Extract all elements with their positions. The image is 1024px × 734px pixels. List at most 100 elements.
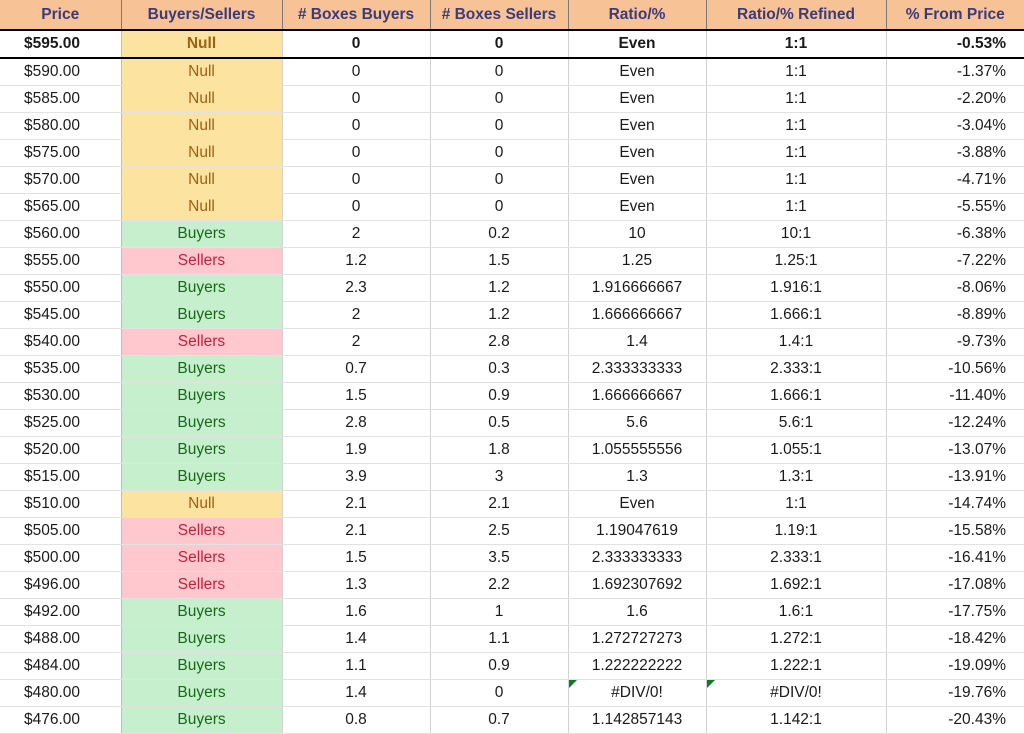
cell-ratio-refined[interactable]: 10:1 (706, 220, 887, 248)
cell-price[interactable]: $510.00 (0, 490, 122, 518)
cell-price[interactable]: $480.00 (0, 679, 122, 707)
cell-boxes-sellers[interactable]: 0 (430, 112, 569, 140)
cell-boxes-buyers[interactable]: 0 (282, 85, 431, 113)
cell-ratio[interactable]: 1.692307692 (568, 571, 707, 599)
cell-price[interactable]: $570.00 (0, 166, 122, 194)
cell-ratio-refined[interactable]: 1:1 (706, 139, 887, 167)
cell-ratio-refined[interactable]: 1.19:1 (706, 517, 887, 545)
cell-boxes-sellers[interactable]: 0 (430, 139, 569, 167)
cell-ratio-refined[interactable]: 1:1 (706, 29, 887, 59)
cell-percent-from-price[interactable]: -19.09% (886, 652, 1024, 680)
cell-ratio[interactable]: 1.25 (568, 247, 707, 275)
cell-boxes-buyers[interactable]: 2 (282, 301, 431, 329)
cell-boxes-buyers[interactable]: 1.6 (282, 598, 431, 626)
cell-percent-from-price[interactable]: -4.71% (886, 166, 1024, 194)
cell-price[interactable]: $565.00 (0, 193, 122, 221)
cell-boxes-buyers[interactable]: 2.3 (282, 274, 431, 302)
cell-ratio[interactable]: Even (568, 139, 707, 167)
cell-buyers-sellers[interactable]: Sellers (121, 247, 283, 275)
cell-percent-from-price[interactable]: -2.20% (886, 85, 1024, 113)
cell-buyers-sellers[interactable]: Null (121, 29, 283, 59)
cell-ratio-refined[interactable]: 1.6:1 (706, 598, 887, 626)
table-row[interactable]: $565.00 Null 0 0 Even 1:1 -5.55% (0, 193, 1024, 221)
cell-buyers-sellers[interactable]: Null (121, 139, 283, 167)
cell-boxes-sellers[interactable]: 1.2 (430, 274, 569, 302)
cell-boxes-sellers[interactable]: 0.7 (430, 706, 569, 734)
cell-boxes-buyers[interactable]: 1.4 (282, 679, 431, 707)
cell-price[interactable]: $520.00 (0, 436, 122, 464)
cell-boxes-sellers[interactable]: 1.1 (430, 625, 569, 653)
cell-price[interactable]: $560.00 (0, 220, 122, 248)
cell-boxes-buyers[interactable]: 0.7 (282, 355, 431, 383)
cell-ratio[interactable]: Even (568, 112, 707, 140)
table-row[interactable]: $476.00 Buyers 0.8 0.7 1.142857143 1.142:1 -20… (0, 706, 1024, 734)
column-header-ratio[interactable]: Ratio/% (568, 0, 707, 31)
cell-buyers-sellers[interactable]: Buyers (121, 625, 283, 653)
cell-buyers-sellers[interactable]: Null (121, 166, 283, 194)
cell-ratio[interactable]: Even (568, 490, 707, 518)
cell-percent-from-price[interactable]: -16.41% (886, 544, 1024, 572)
cell-boxes-sellers[interactable]: 1.2 (430, 301, 569, 329)
cell-ratio-refined[interactable]: 1:1 (706, 112, 887, 140)
cell-ratio-refined[interactable]: 1.055:1 (706, 436, 887, 464)
cell-buyers-sellers[interactable]: Null (121, 490, 283, 518)
cell-percent-from-price[interactable]: -13.91% (886, 463, 1024, 491)
cell-ratio-refined[interactable]: 1:1 (706, 166, 887, 194)
cell-ratio[interactable]: 1.19047619 (568, 517, 707, 545)
cell-percent-from-price[interactable]: -18.42% (886, 625, 1024, 653)
cell-percent-from-price[interactable]: -0.53% (886, 29, 1024, 59)
column-header-ratio-refined[interactable]: Ratio/% Refined (706, 0, 887, 31)
cell-buyers-sellers[interactable]: Null (121, 193, 283, 221)
cell-ratio[interactable]: 1.4 (568, 328, 707, 356)
cell-ratio-refined[interactable]: 1:1 (706, 193, 887, 221)
cell-price[interactable]: $476.00 (0, 706, 122, 734)
cell-boxes-sellers[interactable]: 2.2 (430, 571, 569, 599)
table-row[interactable]: $580.00 Null 0 0 Even 1:1 -3.04% (0, 112, 1024, 140)
table-row[interactable]: $505.00 Sellers 2.1 2.5 1.19047619 1.19:1 -15.… (0, 517, 1024, 545)
cell-percent-from-price[interactable]: -8.06% (886, 274, 1024, 302)
cell-ratio[interactable]: 1.222222222 (568, 652, 707, 680)
cell-boxes-buyers[interactable]: 2 (282, 328, 431, 356)
cell-boxes-buyers[interactable]: 2.1 (282, 490, 431, 518)
table-row[interactable]: $488.00 Buyers 1.4 1.1 1.272727273 1.272:1 -18… (0, 625, 1024, 653)
cell-price[interactable]: $585.00 (0, 85, 122, 113)
cell-price[interactable]: $488.00 (0, 625, 122, 653)
cell-ratio[interactable]: 2.333333333 (568, 355, 707, 383)
cell-boxes-sellers[interactable]: 0 (430, 85, 569, 113)
cell-ratio-refined[interactable]: 5.6:1 (706, 409, 887, 437)
cell-buyers-sellers[interactable]: Buyers (121, 355, 283, 383)
cell-ratio-refined[interactable]: 1:1 (706, 85, 887, 113)
cell-boxes-sellers[interactable]: 0 (430, 29, 569, 59)
cell-buyers-sellers[interactable]: Null (121, 112, 283, 140)
cell-ratio-refined[interactable]: 1.692:1 (706, 571, 887, 599)
cell-boxes-buyers[interactable]: 1.5 (282, 544, 431, 572)
cell-ratio[interactable]: 1.3 (568, 463, 707, 491)
cell-ratio[interactable]: 2.333333333 (568, 544, 707, 572)
cell-percent-from-price[interactable]: -3.88% (886, 139, 1024, 167)
cell-boxes-sellers[interactable]: 0.5 (430, 409, 569, 437)
cell-ratio[interactable]: 1.916666667 (568, 274, 707, 302)
cell-boxes-buyers[interactable]: 0 (282, 193, 431, 221)
cell-boxes-buyers[interactable]: 0 (282, 166, 431, 194)
cell-boxes-sellers[interactable]: 0.2 (430, 220, 569, 248)
table-row[interactable]: $500.00 Sellers 1.5 3.5 2.333333333 2.333:1 -1… (0, 544, 1024, 572)
cell-boxes-buyers[interactable]: 3.9 (282, 463, 431, 491)
cell-boxes-sellers[interactable]: 2.8 (430, 328, 569, 356)
cell-boxes-sellers[interactable]: 2.5 (430, 517, 569, 545)
cell-ratio[interactable]: Even (568, 166, 707, 194)
cell-ratio[interactable]: 1.666666667 (568, 301, 707, 329)
cell-buyers-sellers[interactable]: Buyers (121, 409, 283, 437)
cell-buyers-sellers[interactable]: Buyers (121, 463, 283, 491)
cell-price[interactable]: $555.00 (0, 247, 122, 275)
cell-percent-from-price[interactable]: -3.04% (886, 112, 1024, 140)
column-header-percent-from-price[interactable]: % From Price (886, 0, 1024, 31)
table-row[interactable]: $535.00 Buyers 0.7 0.3 2.333333333 2.333:1 -10… (0, 355, 1024, 383)
cell-ratio[interactable]: 1.6 (568, 598, 707, 626)
cell-boxes-sellers[interactable]: 0.9 (430, 652, 569, 680)
cell-price[interactable]: $484.00 (0, 652, 122, 680)
cell-buyers-sellers[interactable]: Buyers (121, 706, 283, 734)
table-row[interactable]: $560.00 Buyers 2 0.2 10 10:1 -6.38% (0, 220, 1024, 248)
cell-percent-from-price[interactable]: -19.76% (886, 679, 1024, 707)
cell-percent-from-price[interactable]: -6.38% (886, 220, 1024, 248)
cell-boxes-buyers[interactable]: 0 (282, 139, 431, 167)
